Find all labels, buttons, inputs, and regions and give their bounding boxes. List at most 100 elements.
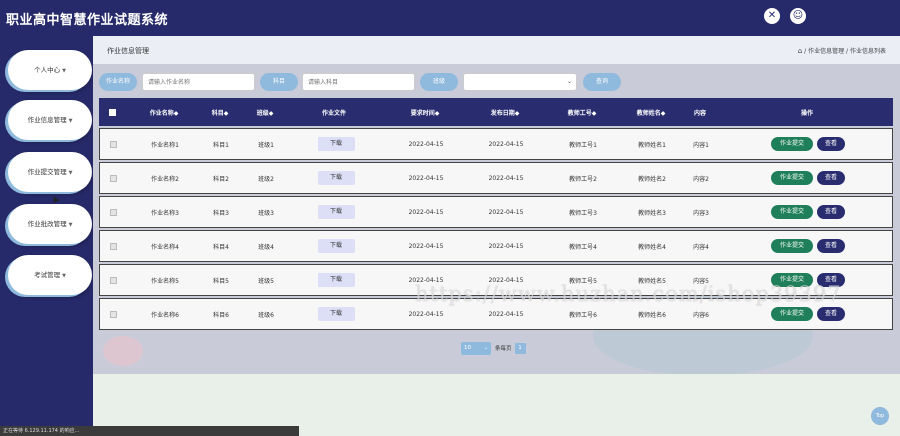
submit-homework-button[interactable]: 作业提交 [771,205,813,219]
home-icon[interactable]: ⌂ [798,47,802,55]
download-button[interactable]: 下载 [317,273,355,287]
breadcrumb-item[interactable]: 作业信息管理 [808,48,844,55]
column-header[interactable]: 科目◆ [203,98,237,126]
page-title: 作业信息管理 [107,47,149,55]
table-cell-teacher-name: 教师姓名1 [638,141,666,149]
submit-homework-button[interactable]: 作业提交 [771,171,813,185]
table-cell-name: 作业名称3 [151,209,179,217]
column-header: 操作 [800,109,813,117]
row-checkbox[interactable] [110,265,117,295]
breadcrumb-item: 作业信息列表 [849,48,886,55]
table-cell-class: 班级3 [258,209,274,217]
download-button[interactable]: 下载 [317,171,355,185]
table-cell-content: 内容1 [693,141,709,149]
search-bar: 作业名称 科目 班级 ⌄ 查询 [93,73,900,93]
homework-name-label: 作业名称 [99,73,137,91]
view-button[interactable]: 查看 [817,239,845,253]
chevron-down-icon: ▼ [68,222,73,228]
table-row: 作业名称2 科目2 班级2 2022-04-15 2022-04-15 教师工号2 教师姓名… [99,162,893,194]
table-cell-name: 作业名称6 [151,311,179,319]
submit-homework-button[interactable]: 作业提交 [771,137,813,151]
table-cell-content: 内容2 [693,175,709,183]
column-header: 内容 [693,109,706,117]
table-cell-teacher-name: 教师姓名3 [638,209,666,217]
table-cell-name: 作业名称2 [151,175,179,183]
row-checkbox[interactable] [110,197,117,227]
table-cell-published: 2022-04-15 [488,208,524,216]
download-button[interactable]: 下载 [317,239,355,253]
download-cell: 下载 [316,231,356,261]
column-header[interactable]: 发布日期◆ [477,98,533,126]
chevron-down-icon: ▼ [62,68,66,74]
table-row: 作业名称4 科目4 班级4 2022-04-15 2022-04-15 教师工号4 教师姓名… [99,230,893,262]
chevron-down-icon: ▼ [62,273,66,279]
background-flower [103,336,143,366]
subject-input[interactable] [302,73,415,91]
column-header: 作业文件 [321,109,346,117]
column-header[interactable]: 教师姓名◆ [624,98,678,126]
table-cell-class: 班级6 [258,311,274,319]
table-cell-due: 2022-04-15 [408,208,444,216]
table-cell-subject: 科目5 [213,277,229,285]
row-checkbox[interactable] [110,299,117,329]
table-cell-class: 班级1 [258,141,274,149]
table-cell-teacher-id: 教师工号4 [569,243,597,251]
column-header[interactable]: 作业名称◆ [139,98,189,126]
chevron-down-icon: ⌄ [566,78,572,85]
homework-name-input[interactable] [142,73,255,91]
sidebar-item-homework-submit[interactable]: 作业提交管理 ▼ [8,152,92,192]
row-checkbox[interactable] [110,163,117,193]
table-cell-content: 内容3 [693,209,709,217]
column-header[interactable]: 班级◆ [245,98,285,126]
sidebar-item-exam[interactable]: 考试管理 ▼ [8,255,92,295]
view-button[interactable]: 查看 [817,307,845,321]
download-cell: 下载 [316,197,356,227]
chevron-down-icon: ▼ [68,170,73,176]
table-cell-name: 作业名称1 [151,141,179,149]
view-button[interactable]: 查看 [817,137,845,151]
table-cell-due: 2022-04-15 [408,242,444,250]
table-cell-published: 2022-04-15 [488,174,524,182]
chevron-down-icon: ▼ [68,118,73,124]
app-title: 职业高中智慧作业试题系统 [6,13,169,28]
sidebar-item-homework-info[interactable]: 作业信息管理 ▼ [8,100,92,140]
row-checkbox[interactable] [110,231,117,261]
download-button[interactable]: 下载 [317,205,355,219]
view-button[interactable]: 查看 [817,171,845,185]
back-to-top-button[interactable]: Top [871,407,889,425]
column-header[interactable]: 要求时间◆ [397,98,453,126]
table-cell-teacher-name: 教师姓名4 [638,243,666,251]
class-select[interactable]: ⌄ [463,73,577,91]
table-cell-teacher-name: 教师姓名2 [638,175,666,183]
table-cell-name: 作业名称5 [151,277,179,285]
actions-cell: 作业提交 查看 [766,231,850,261]
actions-cell: 作业提交 查看 [766,129,850,159]
search-button[interactable]: 查询 [583,73,621,91]
table-cell-teacher-id: 教师工号2 [569,175,597,183]
page-number-button[interactable]: 1 [514,342,526,354]
select-all-checkbox[interactable] [109,98,116,126]
sidebar-item-homework-grading[interactable]: 作业批改管理 ▼ [8,204,92,244]
download-cell: 下载 [316,163,356,193]
page-size-select[interactable]: 10 ⌄ [461,341,491,355]
user-icon[interactable]: ☺ [790,8,806,24]
sidebar-item-personal-center[interactable]: 个人中心 ▼ [8,50,92,90]
table-cell-subject: 科目4 [213,243,229,251]
row-checkbox[interactable] [110,129,117,159]
table-row: 作业名称1 科目1 班级1 2022-04-15 2022-04-15 教师工号1 教师姓名… [99,128,893,160]
view-button[interactable]: 查看 [817,205,845,219]
table-cell-class: 班级4 [258,243,274,251]
table-cell-name: 作业名称4 [151,243,179,251]
class-label: 班级 [420,73,458,91]
fullscreen-icon[interactable]: ✕ [764,8,780,24]
table-cell-teacher-id: 教师工号3 [569,209,597,217]
main-content: 作业信息管理 ⌂ / 作业信息管理 / 作业信息列表 作业名称 科目 班级 ⌄ … [93,36,900,436]
submit-homework-button[interactable]: 作业提交 [771,239,813,253]
column-header[interactable]: 教师工号◆ [555,98,609,126]
submit-homework-button[interactable]: 作业提交 [771,307,813,321]
download-cell: 下载 [316,129,356,159]
table-cell-published: 2022-04-15 [488,242,524,250]
download-button[interactable]: 下载 [317,137,355,151]
download-button[interactable]: 下载 [317,307,355,321]
table-row: 作业名称3 科目3 班级3 2022-04-15 2022-04-15 教师工号3 教师姓名… [99,196,893,228]
